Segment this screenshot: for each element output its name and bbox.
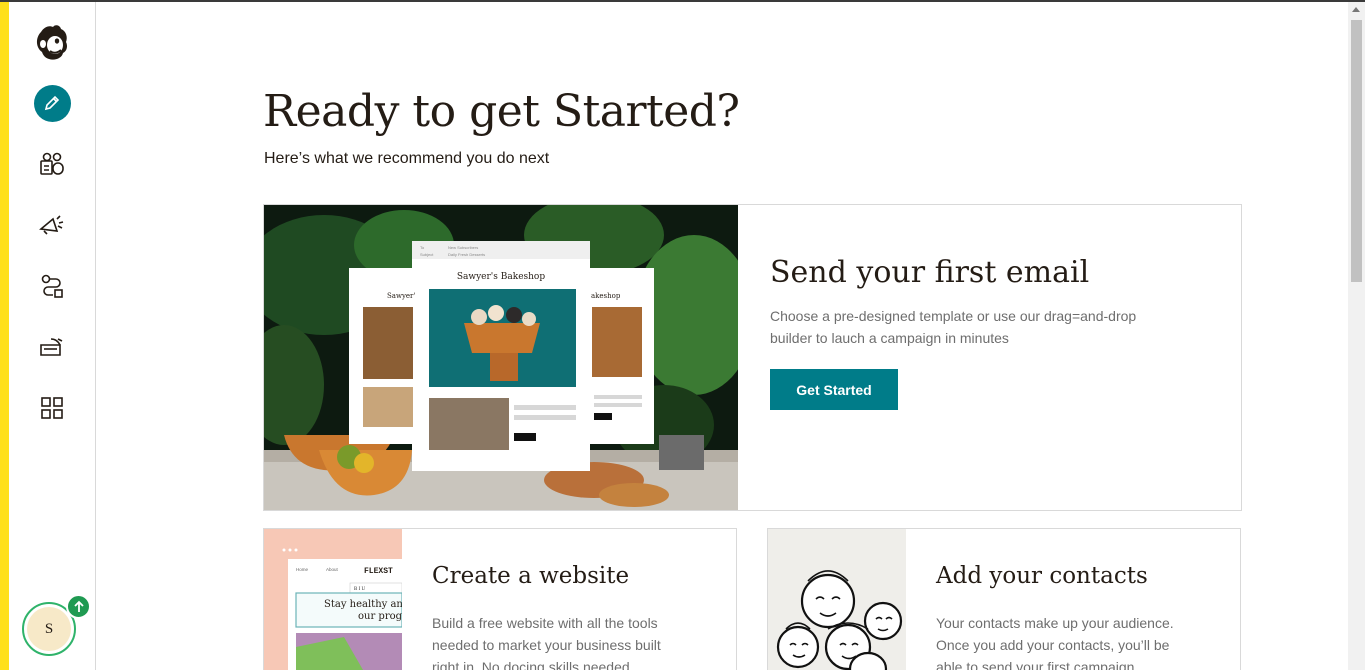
scrollbar-thumb[interactable] (1351, 20, 1362, 282)
campaigns-icon[interactable] (9, 203, 95, 247)
window-top-border (0, 0, 1365, 2)
thumb-toolbar: B I U (354, 587, 366, 592)
vertical-scrollbar[interactable] (1348, 2, 1365, 670)
thumb-text-line1: Stay healthy and (324, 599, 402, 610)
subject-value: Daily Fresh Desserts (448, 252, 485, 257)
website-icon[interactable] (9, 325, 95, 369)
create-button[interactable] (9, 81, 95, 125)
website-builder-thumbnail: Home About FLEXST B I U Stay healthy and… (264, 529, 402, 670)
thumb-nav-about: About (326, 567, 339, 572)
page-subtitle: Here’s what we recommend you do next (264, 150, 550, 167)
send-email-card: To New Subscribers Subject Daily Fresh D… (263, 204, 1242, 511)
get-started-button[interactable]: Get Started (770, 369, 898, 410)
add-contacts-description: Your contacts make up your audience. Onc… (936, 615, 1174, 670)
scroll-up-icon[interactable] (1352, 7, 1360, 12)
add-contacts-card: Add your contacts Your contacts make up … (767, 528, 1241, 670)
audience-icon[interactable] (9, 142, 95, 186)
email-template-illustration: To New Subscribers Subject Daily Fresh D… (264, 205, 738, 510)
subject-label: Subject (420, 252, 434, 257)
dashboard-grid-icon[interactable] (9, 386, 95, 430)
thumb-brand: FLEXST (364, 567, 393, 576)
send-email-description: Choose a pre-designed template or use ou… (770, 308, 1137, 346)
to-value: New Subscribers (448, 245, 478, 250)
send-email-title: Send your first email (770, 255, 1090, 290)
create-website-title: Create a website (432, 563, 630, 589)
brand-stripe (0, 2, 9, 670)
pencil-icon (33, 84, 71, 122)
add-contacts-title: Add your contacts (936, 563, 1148, 589)
account-menu[interactable]: S (22, 594, 91, 656)
sidebar: S (9, 2, 96, 670)
thumb-nav-home: Home (296, 567, 309, 572)
automations-icon[interactable] (9, 264, 95, 308)
left-page-title: Sawyer' (387, 292, 415, 300)
contacts-illustration (768, 529, 906, 670)
thumb-text-line2: our progr (358, 611, 402, 622)
create-website-description: Build a free website with all the tools … (432, 615, 661, 670)
bakeshop-title: Sawyer's Bakeshop (457, 272, 545, 282)
create-website-card: Home About FLEXST B I U Stay healthy and… (263, 528, 737, 670)
mailchimp-logo-icon[interactable] (9, 20, 95, 64)
avatar-initial: S (27, 607, 71, 651)
arrow-up-icon[interactable] (66, 594, 91, 619)
right-page-title: akeshop (591, 292, 621, 300)
page-title: Ready to get Started? (263, 86, 740, 137)
